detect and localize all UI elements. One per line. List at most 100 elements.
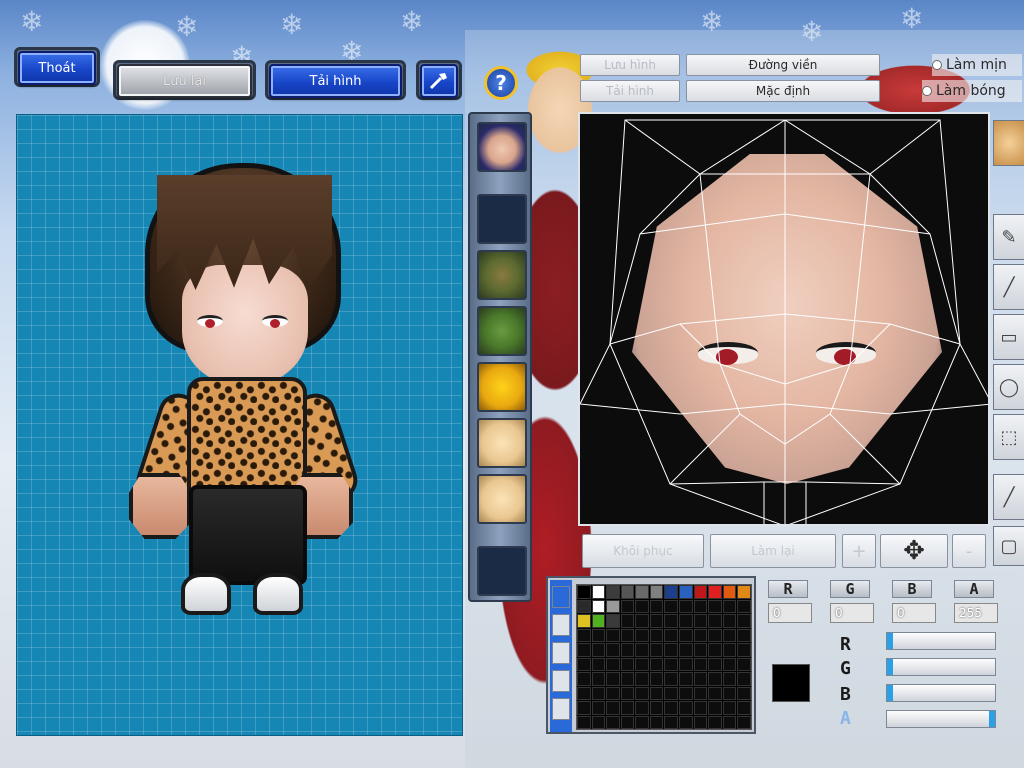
palette-swatch[interactable] bbox=[577, 701, 591, 715]
palette-swatch[interactable] bbox=[737, 686, 751, 700]
palette-swatch[interactable] bbox=[679, 599, 693, 613]
palette-swatch[interactable] bbox=[577, 599, 591, 613]
palette-swatch[interactable] bbox=[693, 701, 708, 715]
outline-button[interactable]: Đường viền bbox=[686, 54, 880, 76]
palette-swatch[interactable] bbox=[649, 701, 664, 715]
a-value-field[interactable]: 255 bbox=[954, 603, 998, 623]
palette-swatch[interactable] bbox=[664, 643, 679, 657]
palette-swatch[interactable] bbox=[679, 715, 693, 729]
a-slider[interactable] bbox=[886, 710, 996, 728]
load-image-button[interactable]: Tải hình bbox=[580, 80, 680, 102]
select-tool[interactable]: ⬚ bbox=[993, 414, 1024, 460]
palette-swatch[interactable] bbox=[649, 628, 664, 642]
zoom-in-button[interactable]: + bbox=[842, 534, 876, 568]
palette-tab[interactable] bbox=[552, 586, 570, 608]
palette-swatch[interactable] bbox=[591, 686, 606, 700]
palette-swatch[interactable] bbox=[722, 672, 737, 686]
save-image-button[interactable]: Lưu hình bbox=[580, 54, 680, 76]
palette-swatch[interactable] bbox=[664, 715, 679, 729]
palette-swatch[interactable] bbox=[620, 686, 635, 700]
palette-swatch[interactable] bbox=[679, 614, 693, 628]
palette-swatch[interactable] bbox=[737, 614, 751, 628]
palette-swatch[interactable] bbox=[737, 628, 751, 642]
g-slider-thumb[interactable] bbox=[887, 659, 893, 675]
palette-swatch[interactable] bbox=[722, 657, 737, 671]
palette-swatch[interactable] bbox=[635, 657, 649, 671]
palette-swatch[interactable] bbox=[620, 701, 635, 715]
palette-swatch[interactable] bbox=[577, 643, 591, 657]
palette-swatch[interactable] bbox=[708, 686, 722, 700]
move-button[interactable]: ✥ bbox=[880, 534, 948, 568]
palette-swatch[interactable] bbox=[591, 614, 606, 628]
palette-swatch[interactable] bbox=[737, 657, 751, 671]
palette-swatch[interactable] bbox=[722, 686, 737, 700]
thumbnail-beast-head[interactable] bbox=[477, 250, 527, 300]
palette-swatch[interactable] bbox=[693, 657, 708, 671]
eyedropper-tool[interactable]: ╱ bbox=[993, 474, 1024, 520]
palette-swatch[interactable] bbox=[722, 628, 737, 642]
palette-swatch[interactable] bbox=[620, 672, 635, 686]
palette-swatch[interactable] bbox=[620, 599, 635, 613]
palette-swatch[interactable] bbox=[620, 657, 635, 671]
palette-swatch[interactable] bbox=[693, 585, 708, 599]
a-slider-thumb[interactable] bbox=[989, 711, 995, 727]
palette-swatch[interactable] bbox=[679, 686, 693, 700]
face-texture-editor[interactable] bbox=[578, 112, 990, 526]
zoom-out-button[interactable]: - bbox=[952, 534, 986, 568]
palette-swatch[interactable] bbox=[606, 715, 620, 729]
palette-swatch[interactable] bbox=[649, 614, 664, 628]
save-button[interactable]: Lưu lại bbox=[117, 64, 252, 98]
b-value-field[interactable]: 0 bbox=[892, 603, 936, 623]
palette-swatch[interactable] bbox=[649, 585, 664, 599]
palette-swatch[interactable] bbox=[606, 657, 620, 671]
character-preview-canvas[interactable] bbox=[16, 114, 463, 736]
shade-radio[interactable]: Làm bóng bbox=[922, 80, 1022, 102]
thumbnail-skin-face-2[interactable] bbox=[477, 474, 527, 524]
palette-swatch[interactable] bbox=[693, 686, 708, 700]
palette-swatch[interactable] bbox=[635, 672, 649, 686]
preview-face-icon[interactable] bbox=[993, 120, 1024, 166]
palette-swatch[interactable] bbox=[722, 715, 737, 729]
palette-swatch[interactable] bbox=[620, 614, 635, 628]
palette-swatch[interactable] bbox=[606, 585, 620, 599]
palette-swatch[interactable] bbox=[693, 715, 708, 729]
hammer-button[interactable] bbox=[420, 64, 458, 98]
smooth-radio[interactable]: Làm mịn bbox=[932, 54, 1022, 76]
redo-button[interactable]: Làm lại bbox=[710, 534, 836, 568]
line-tool[interactable]: ╱ bbox=[993, 264, 1024, 310]
palette-swatch[interactable] bbox=[606, 701, 620, 715]
palette-swatch[interactable] bbox=[606, 643, 620, 657]
palette-swatch[interactable] bbox=[737, 701, 751, 715]
palette-swatch[interactable] bbox=[591, 657, 606, 671]
g-value-field[interactable]: 0 bbox=[830, 603, 874, 623]
palette-swatch[interactable] bbox=[606, 599, 620, 613]
palette-swatch[interactable] bbox=[722, 701, 737, 715]
default-button[interactable]: Mặc định bbox=[686, 80, 880, 102]
palette-swatch[interactable] bbox=[737, 599, 751, 613]
palette-swatch[interactable] bbox=[708, 672, 722, 686]
palette-swatch[interactable] bbox=[664, 614, 679, 628]
palette-tab[interactable] bbox=[552, 670, 570, 692]
palette-swatch[interactable] bbox=[708, 657, 722, 671]
palette-swatch[interactable] bbox=[722, 585, 737, 599]
palette-swatch[interactable] bbox=[606, 686, 620, 700]
reload-button[interactable]: Tải hình bbox=[269, 64, 402, 98]
palette-swatch[interactable] bbox=[591, 599, 606, 613]
palette-swatch[interactable] bbox=[664, 657, 679, 671]
palette-swatch[interactable] bbox=[591, 628, 606, 642]
palette-swatch[interactable] bbox=[693, 643, 708, 657]
palette-swatch[interactable] bbox=[664, 585, 679, 599]
palette-swatch[interactable] bbox=[649, 599, 664, 613]
rect-tool[interactable]: ▭ bbox=[993, 314, 1024, 360]
thumbnail-yellow-face[interactable] bbox=[477, 362, 527, 412]
b-slider[interactable] bbox=[886, 684, 996, 702]
b-slider-thumb[interactable] bbox=[887, 685, 893, 701]
palette-swatch[interactable] bbox=[708, 614, 722, 628]
palette-swatch[interactable] bbox=[722, 614, 737, 628]
palette-swatch[interactable] bbox=[708, 643, 722, 657]
thumbnail-blank[interactable] bbox=[477, 194, 527, 244]
palette-swatch[interactable] bbox=[635, 628, 649, 642]
palette-swatch[interactable] bbox=[577, 614, 591, 628]
palette-swatch[interactable] bbox=[722, 643, 737, 657]
palette-swatch[interactable] bbox=[693, 672, 708, 686]
